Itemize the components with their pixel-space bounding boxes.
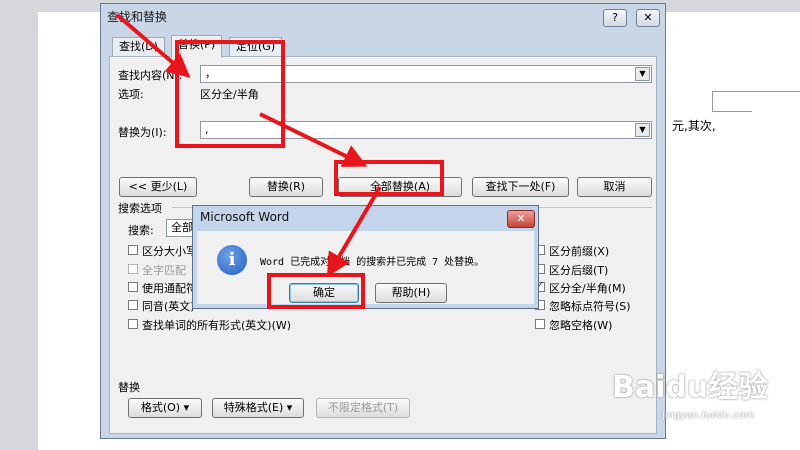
option-whole-word[interactable]: 全字匹配: [128, 262, 186, 278]
option-label: 查找单词的所有形式(英文)(W): [142, 319, 292, 332]
message-box-body: i Word 已完成对文档 的搜索并已完成 7 处替换。 确定 帮助(H): [197, 231, 534, 304]
option-all-word-forms[interactable]: 查找单词的所有形式(英文)(W): [128, 317, 291, 333]
help-button[interactable]: 帮助(H): [375, 283, 447, 303]
no-formatting-button[interactable]: 不限定格式(T): [316, 398, 410, 418]
search-direction-label: 搜索:: [128, 224, 154, 237]
checkbox[interactable]: [128, 319, 138, 329]
option-label: 忽略空格(W): [549, 319, 613, 332]
option-label: 全字匹配: [142, 264, 186, 277]
highlight-find-replace-fields: [175, 40, 285, 148]
highlight-replace-all: [334, 160, 444, 196]
option-wildcards[interactable]: 使用通配符: [128, 280, 197, 296]
options-label: 选项:: [118, 88, 144, 101]
option-label: 区分后缀(T): [549, 264, 609, 277]
option-label: 区分前缀(X): [549, 245, 610, 258]
replace-button[interactable]: 替换(R): [249, 177, 323, 197]
option-label: 使用通配符: [142, 282, 197, 295]
format-button[interactable]: 格式(O) ▾: [128, 398, 202, 418]
option-ignore-punctuation[interactable]: 忽略标点符号(S): [535, 298, 631, 314]
tab-find[interactable]: 查找(D): [112, 37, 166, 57]
option-match-suffix[interactable]: 区分后缀(T): [535, 262, 608, 278]
option-label: 区分全/半角(M): [549, 282, 626, 295]
message-box-title: Microsoft Word: [200, 210, 290, 224]
help-button[interactable]: ?: [603, 9, 627, 27]
close-icon[interactable]: ✕: [507, 210, 535, 228]
checkbox[interactable]: [128, 245, 138, 255]
checkbox[interactable]: [535, 319, 545, 329]
option-match-width[interactable]: 区分全/半角(M): [535, 280, 626, 296]
option-ignore-whitespace[interactable]: 忽略空格(W): [535, 317, 612, 333]
option-label: 同音(英文): [142, 300, 195, 313]
special-format-button[interactable]: 特殊格式(E) ▾: [212, 398, 304, 418]
search-options-title: 搜索选项: [118, 202, 162, 215]
checkbox[interactable]: [128, 300, 138, 310]
find-next-button[interactable]: 查找下一处(F): [472, 177, 569, 197]
dialog-title: 查找和替换: [107, 10, 168, 24]
less-button[interactable]: << 更少(L): [119, 177, 197, 197]
chevron-down-icon[interactable]: ▼: [635, 123, 650, 137]
table-border: [712, 91, 713, 111]
checkbox[interactable]: [128, 264, 138, 274]
message-box: Microsoft Word ✕ i Word 已完成对文档 的搜索并已完成 7…: [192, 205, 539, 309]
chevron-down-icon[interactable]: ▼: [635, 67, 650, 81]
checkbox[interactable]: [128, 282, 138, 292]
message-text: Word 已完成对文档 的搜索并已完成 7 处替换。: [260, 257, 485, 268]
option-match-case[interactable]: 区分大小写: [128, 243, 197, 259]
info-icon: i: [217, 245, 247, 275]
replace-with-label: 替换为(I):: [118, 126, 167, 139]
close-button[interactable]: ✕: [636, 9, 660, 27]
highlight-ok: [267, 273, 365, 309]
watermark-url: jingyan.baidu.com: [662, 410, 755, 421]
option-sounds-like[interactable]: 同音(英文): [128, 298, 195, 314]
table-border: [712, 111, 752, 112]
replace-section-title: 替换: [118, 381, 140, 394]
document-text: 元,其次,: [672, 119, 716, 133]
table-border: [712, 91, 800, 92]
cancel-button[interactable]: 取消: [577, 177, 652, 197]
find-what-label: 查找内容(N):: [118, 69, 183, 82]
option-label: 忽略标点符号(S): [549, 300, 631, 313]
option-match-prefix[interactable]: 区分前缀(X): [535, 243, 609, 259]
option-label: 区分大小写: [142, 245, 197, 258]
watermark-logo: Baidu经验: [612, 370, 769, 405]
